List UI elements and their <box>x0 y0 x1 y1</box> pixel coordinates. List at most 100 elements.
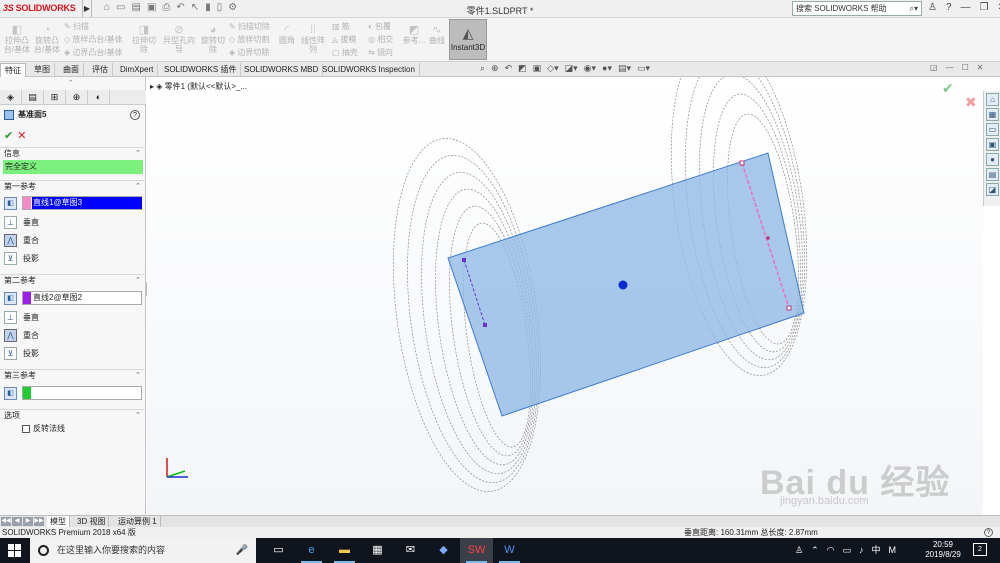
tab-sketch[interactable]: 草图 <box>30 63 55 77</box>
print-icon[interactable]: ⎙ <box>162 2 170 13</box>
zoom-to-fit-icon[interactable]: ⌕ <box>480 63 485 74</box>
windows-start-icon[interactable] <box>8 544 21 557</box>
solidworks-logo[interactable]: 3S SOLIDWORKS <box>3 3 76 13</box>
show-hidden-icon[interactable]: ⌃ <box>811 538 819 563</box>
notification-center-icon[interactable]: 2 <box>973 543 987 556</box>
appearances-icon[interactable]: ● <box>986 153 999 166</box>
lofted-cut-button[interactable]: ◇ 放样切割 <box>229 33 269 46</box>
doc-close-icon[interactable]: ✕ <box>977 63 984 72</box>
view-orientation-icon[interactable]: ◇▾ <box>547 63 558 74</box>
tab-inspection[interactable]: SOLIDWORKS Inspection <box>318 63 420 77</box>
tab-dimxpert[interactable]: DimXpert <box>116 63 159 77</box>
taskbar-search-input[interactable]: 在这里输入你要搜索的内容 🎤 <box>30 538 256 563</box>
swept-cut-button[interactable]: ✎ 扫描切除 <box>229 20 270 33</box>
ime-mode[interactable]: 中 <box>872 538 881 563</box>
section-third-reference[interactable]: 第三参考 ⌃ <box>0 369 146 380</box>
dynamic-annotation-icon[interactable]: ▣ <box>533 63 542 74</box>
open-file-icon[interactable]: ▤ <box>132 2 141 13</box>
third-reference-field[interactable] <box>22 386 142 400</box>
prev-tab-icon[interactable]: ◀ <box>12 517 22 526</box>
revolve-cut-button[interactable]: ◕ 旋转切除 <box>200 24 226 54</box>
view-settings-icon[interactable]: ▭▾ <box>637 63 650 74</box>
menu-expand-arrow-icon[interactable]: ▶ <box>82 0 92 17</box>
tab-model[interactable]: 模型 <box>47 516 70 527</box>
hole-wizard-button[interactable]: ⊘ 异型孔向导 <box>160 24 198 54</box>
restore-icon[interactable]: ❐ <box>980 2 989 13</box>
zoom-area-icon[interactable]: ⊕ <box>491 63 499 74</box>
graphics-area[interactable]: ▸ ◈ 零件1 (默认<<默认>_... ✔ ✖ <box>147 77 983 515</box>
solidworks-resources-icon[interactable]: ⌂ <box>986 93 999 106</box>
section-message[interactable]: 信息 ⌃ <box>0 147 146 158</box>
doc-maximize-icon[interactable]: ☐ <box>962 63 969 72</box>
hide-show-items-icon[interactable]: ◉▾ <box>584 63 596 74</box>
taskbar-clock[interactable]: 20:59 2019/8/29 <box>918 540 968 560</box>
configuration-manager-tab-icon[interactable]: ⊞ <box>44 90 66 104</box>
shell-button[interactable]: ▢ 抽壳 <box>332 46 358 59</box>
collapse-arrow-icon[interactable]: ⌃ <box>68 79 74 87</box>
last-tab-icon[interactable]: ▶▶ <box>34 517 44 526</box>
tab-addins[interactable]: SOLIDWORKS 插件 <box>160 63 242 77</box>
curves-button[interactable]: ∿ 曲线 <box>427 24 447 45</box>
feature-tree-flyout[interactable]: ▸ ◈ 零件1 (默认<<默认>_... <box>150 81 247 92</box>
property-manager-tab-icon[interactable]: ▤ <box>22 90 44 104</box>
dimxpert-manager-tab-icon[interactable]: ⊕ <box>66 90 88 104</box>
display-manager-tab-icon[interactable]: ◐ <box>88 90 110 104</box>
help-button[interactable]: ? <box>130 110 140 120</box>
instant3d-button[interactable]: ◭ Instant3D <box>449 19 487 60</box>
help-icon[interactable]: ? <box>946 2 952 13</box>
file-explorer-icon[interactable]: ▬ <box>328 538 361 563</box>
rebuild-icon[interactable]: ▮ <box>205 2 211 13</box>
tab-evaluate[interactable]: 评估 <box>88 63 113 77</box>
mail-icon[interactable]: ✉ <box>394 538 427 563</box>
home-icon[interactable]: ⌂ <box>104 2 110 13</box>
ime-icon[interactable]: M <box>889 538 897 563</box>
section-second-reference[interactable]: 第二参考 ⌃ <box>0 274 146 285</box>
tab-surfaces[interactable]: 曲面 <box>59 63 84 77</box>
select-icon[interactable]: ↖ <box>191 2 199 13</box>
microphone-icon[interactable]: 🎤 <box>236 538 248 563</box>
help-search-input[interactable]: 搜索 SOLIDWORKS 帮助 ⌕▾ <box>792 1 922 16</box>
fillet-button[interactable]: ◜ 圆角 <box>277 24 297 45</box>
second-reference-field[interactable]: 直线2@草图2 <box>22 291 142 305</box>
second-project-option[interactable]: ⊻ 投影 <box>4 347 39 361</box>
second-coincident-option[interactable]: ⋀ 重合 <box>4 329 39 343</box>
custom-properties-icon[interactable]: ▤ <box>986 168 999 181</box>
edit-appearance-icon[interactable]: ●▾ <box>602 63 612 74</box>
doc-restore-icon[interactable]: ◲ <box>930 63 938 72</box>
first-reference-field[interactable]: 直线1@草图3 <box>22 196 142 210</box>
options-gear-icon[interactable]: ⚙ <box>228 2 237 13</box>
revolve-boss-button[interactable]: ◔ 旋转凸台/基体 <box>33 24 61 54</box>
display-style-icon[interactable]: ◪▾ <box>565 63 578 74</box>
task-view-icon[interactable]: ▭ <box>262 538 295 563</box>
extrude-cut-button[interactable]: ◨ 拉伸切除 <box>130 24 158 54</box>
tab-mbd[interactable]: SOLIDWORKS MBD <box>240 63 324 77</box>
rib-button[interactable]: ▥ 筋 <box>332 20 350 33</box>
minimize-icon[interactable]: — <box>961 2 971 13</box>
new-file-icon[interactable]: ▭ <box>116 2 125 13</box>
battery-icon[interactable]: ▭ <box>842 538 851 563</box>
linear-pattern-button[interactable]: ⁞⁞ 线性阵列 <box>298 24 328 54</box>
forum-icon[interactable]: ◪ <box>986 183 999 196</box>
cancel-x-icon[interactable]: ✕ <box>17 130 26 142</box>
status-help-icon[interactable]: ? <box>984 528 993 537</box>
file-explorer-icon[interactable]: ▭ <box>986 123 999 136</box>
first-project-option[interactable]: ⊻ 投影 <box>4 252 39 266</box>
word-icon[interactable]: W <box>493 538 526 563</box>
boundary-boss-button[interactable]: ◈ 边界凸台/基体 <box>64 46 123 59</box>
undo-icon[interactable]: ↶ <box>176 2 184 13</box>
reference-geometry-button[interactable]: ◩ 参考... <box>401 24 427 45</box>
first-tab-icon[interactable]: ◀◀ <box>1 517 11 526</box>
search-icon[interactable]: ⌕▾ <box>910 2 919 15</box>
boundary-cut-button[interactable]: ◈ 边界切除 <box>229 46 269 59</box>
ok-check-icon[interactable]: ✔ <box>4 130 13 142</box>
wifi-icon[interactable]: ◠ <box>827 538 835 563</box>
tab-motion-study[interactable]: 运动算例 1 <box>115 516 161 527</box>
sweep-button[interactable]: ✎ 扫描 <box>64 20 89 33</box>
previous-view-icon[interactable]: ↶ <box>505 63 513 74</box>
solidworks-taskbar-icon[interactable]: SW <box>460 538 493 563</box>
next-tab-icon[interactable]: ▶ <box>23 517 33 526</box>
section-options[interactable]: 选项 ⌃ <box>0 409 146 420</box>
apply-scene-icon[interactable]: ▤▾ <box>618 63 631 74</box>
app-shield-icon[interactable]: ◆ <box>427 538 460 563</box>
user-icon[interactable]: ♙ <box>928 2 937 13</box>
